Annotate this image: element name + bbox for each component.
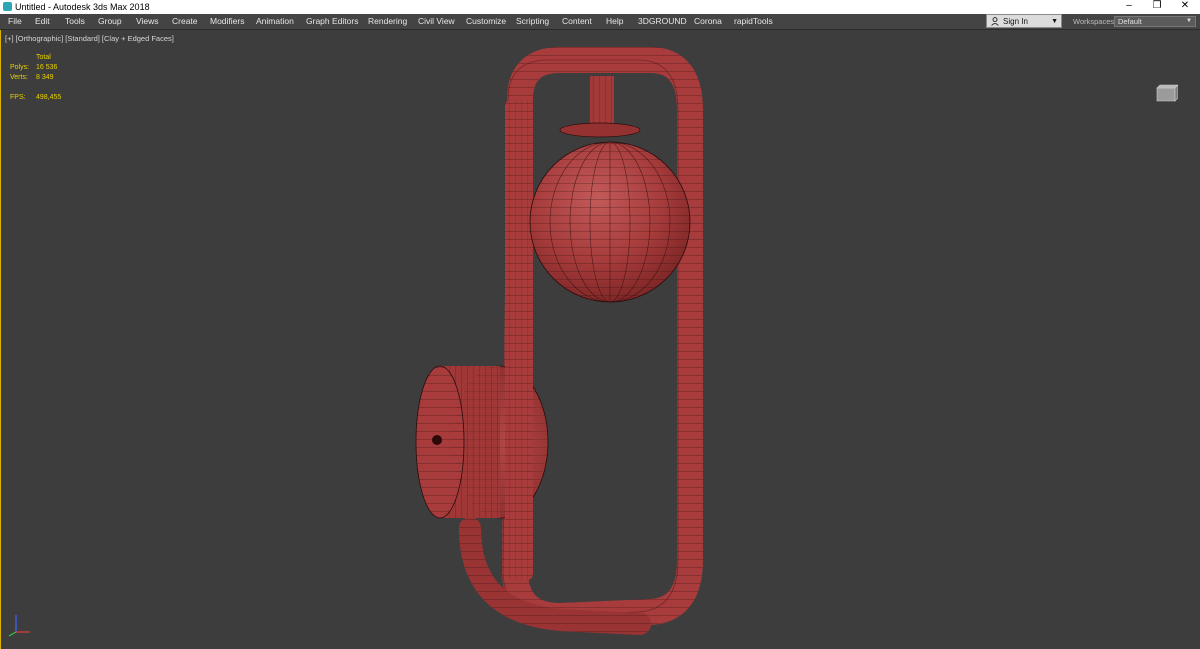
title-bar: Untitled - Autodesk 3ds Max 2018 – ❐ ✕ [0,0,1200,14]
minimize-button[interactable]: – [1116,0,1142,14]
menu-3dground[interactable]: 3DGROUND [638,14,687,29]
scene-model[interactable] [0,30,1200,649]
menu-group[interactable]: Group [98,14,122,29]
menu-graph-editors[interactable]: Graph Editors [306,14,358,29]
close-button[interactable]: ✕ [1172,0,1198,14]
menu-corona[interactable]: Corona [694,14,722,29]
chevron-down-icon: ▼ [1051,18,1058,25]
menu-customize[interactable]: Customize [466,14,506,29]
workspaces-value: Default [1118,17,1142,26]
sphere-stem [559,76,641,138]
sign-in-dropdown[interactable]: Sign In ▼ [986,14,1062,28]
menu-help[interactable]: Help [606,14,623,29]
workspaces-select[interactable]: Default ▼ [1114,16,1196,27]
menu-scripting[interactable]: Scripting [516,14,549,29]
globe-sphere [529,141,691,303]
user-icon [991,17,999,26]
sign-in-label: Sign In [1003,17,1028,26]
axis-tripod-icon [8,615,30,637]
menu-create[interactable]: Create [172,14,198,29]
menu-tools[interactable]: Tools [65,14,85,29]
menu-rendering[interactable]: Rendering [368,14,407,29]
menu-modifiers[interactable]: Modifiers [210,14,244,29]
menu-rapidtools[interactable]: rapidTools [734,14,773,29]
menu-views[interactable]: Views [136,14,159,29]
front-tube [505,100,533,580]
chevron-down-icon: ▼ [1186,18,1192,24]
menu-content[interactable]: Content [562,14,592,29]
menu-animation[interactable]: Animation [256,14,294,29]
restore-button[interactable]: ❐ [1144,0,1170,14]
workspaces-label: Workspaces: [1073,17,1117,26]
window-title: Untitled - Autodesk 3ds Max 2018 [15,2,150,12]
app-icon[interactable] [3,2,12,11]
menu-edit[interactable]: Edit [35,14,50,29]
menu-civil-view[interactable]: Civil View [418,14,455,29]
menu-file[interactable]: File [8,14,22,29]
